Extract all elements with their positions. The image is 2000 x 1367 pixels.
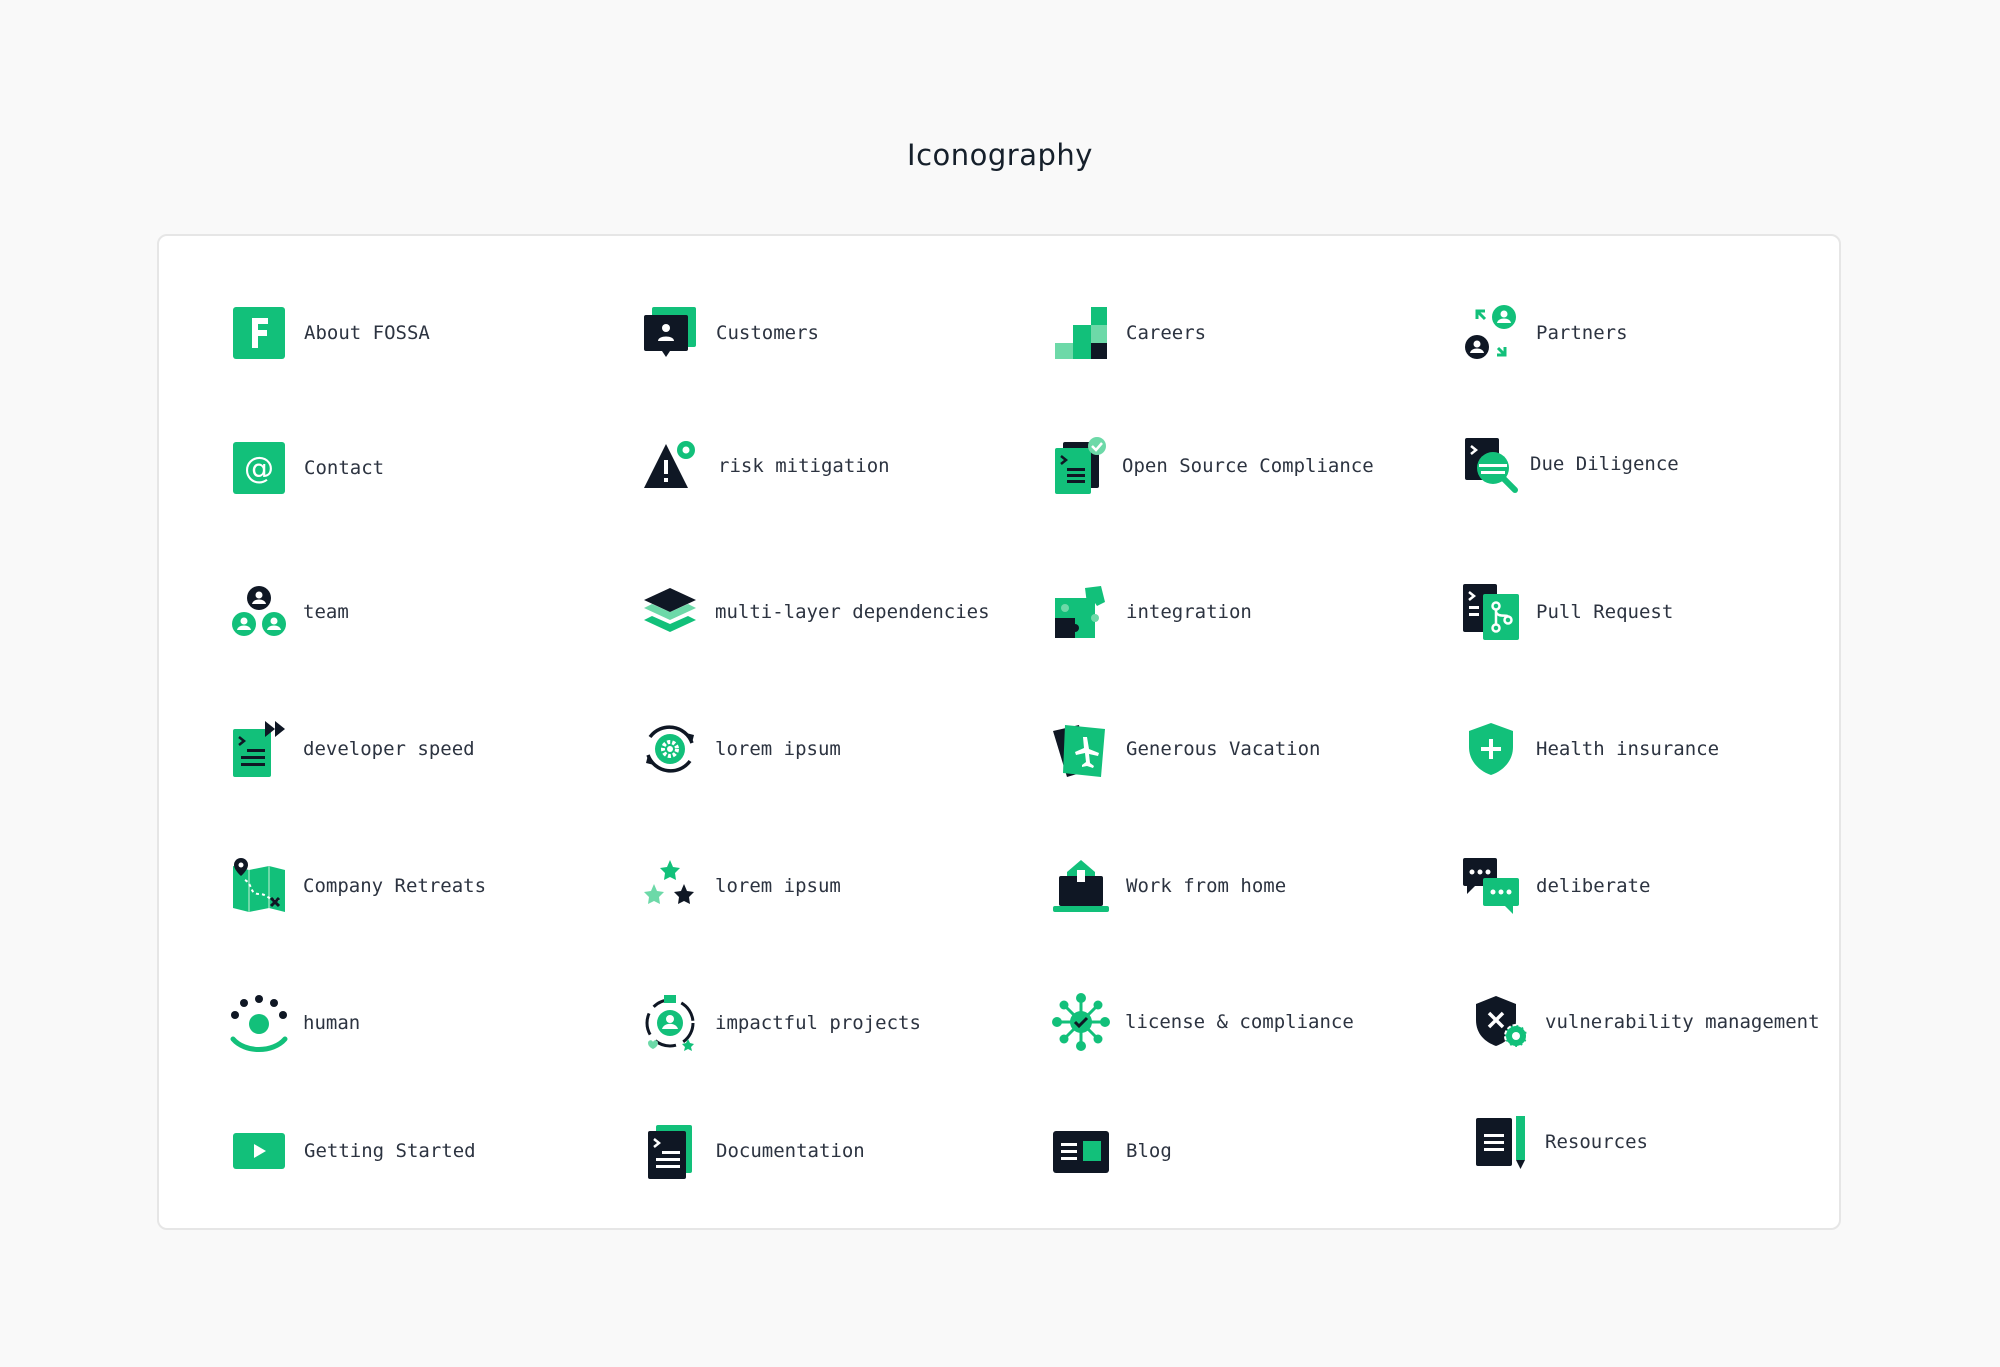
icon-label: lorem ipsum bbox=[715, 875, 841, 897]
icon-label: Due Diligence bbox=[1530, 453, 1679, 475]
layers-icon bbox=[640, 582, 700, 642]
icon-label: Contact bbox=[304, 457, 385, 479]
team-icon bbox=[229, 582, 289, 642]
stars-icon bbox=[640, 856, 700, 916]
icon-label: Careers bbox=[1126, 322, 1207, 344]
warning-gear-icon bbox=[640, 436, 700, 496]
puzzle-icon bbox=[1051, 582, 1111, 642]
partners-exchange-icon bbox=[1461, 303, 1521, 363]
icon-label: vulnerability management bbox=[1545, 1011, 1820, 1033]
map-pin-icon bbox=[229, 856, 289, 916]
health-shield-icon bbox=[1461, 719, 1521, 779]
icon-grid-card: About FOSSA Customers Careers Partners @… bbox=[157, 234, 1841, 1230]
svg-text:@: @ bbox=[244, 451, 274, 486]
icon-label: Health insurance bbox=[1536, 738, 1720, 760]
play-button-icon bbox=[229, 1121, 289, 1181]
plane-ticket-icon bbox=[1051, 719, 1111, 779]
resources-pencil-icon bbox=[1470, 1112, 1530, 1172]
at-sign-icon: @ bbox=[229, 438, 289, 498]
icon-label: developer speed bbox=[303, 738, 475, 760]
fast-forward-document-icon bbox=[229, 719, 289, 779]
icon-label: integration bbox=[1126, 601, 1252, 623]
icon-label: Blog bbox=[1126, 1140, 1172, 1162]
icon-label: team bbox=[303, 601, 349, 623]
pull-request-icon bbox=[1461, 582, 1521, 642]
fossa-logo-icon bbox=[229, 303, 289, 363]
icon-label: Company Retreats bbox=[303, 875, 487, 897]
icon-label: license & compliance bbox=[1125, 1011, 1354, 1033]
documentation-icon bbox=[640, 1121, 700, 1181]
icon-label: Open Source Compliance bbox=[1122, 455, 1374, 477]
careers-stairs-icon bbox=[1051, 303, 1111, 363]
due-diligence-search-icon bbox=[1461, 434, 1521, 494]
icon-label: impactful projects bbox=[715, 1012, 921, 1034]
icon-label: lorem ipsum bbox=[715, 738, 841, 760]
icon-label: multi-layer dependencies bbox=[715, 601, 990, 623]
icon-label: risk mitigation bbox=[718, 455, 890, 477]
icon-label: Pull Request bbox=[1536, 601, 1674, 623]
sync-gear-icon bbox=[640, 719, 700, 779]
icon-label: Customers bbox=[716, 322, 819, 344]
icon-label: deliberate bbox=[1536, 875, 1651, 897]
chat-bubbles-icon bbox=[1461, 856, 1521, 916]
impact-projects-icon bbox=[640, 993, 700, 1053]
icon-label: Resources bbox=[1545, 1131, 1648, 1153]
icon-label: About FOSSA bbox=[304, 322, 430, 344]
icon-label: Partners bbox=[1536, 322, 1628, 344]
icon-label: human bbox=[303, 1012, 361, 1034]
page-title: Iconography bbox=[907, 138, 1093, 172]
house-laptop-icon bbox=[1051, 856, 1111, 916]
blog-icon bbox=[1051, 1121, 1111, 1181]
icon-label: Getting Started bbox=[304, 1140, 476, 1162]
customers-icon bbox=[640, 303, 700, 363]
compliance-document-icon bbox=[1051, 436, 1111, 496]
human-icon bbox=[229, 993, 289, 1053]
icon-label: Work from home bbox=[1126, 875, 1287, 897]
network-check-icon bbox=[1051, 992, 1111, 1052]
shield-x-gear-icon bbox=[1470, 992, 1530, 1052]
icon-label: Generous Vacation bbox=[1126, 738, 1321, 760]
icon-label: Documentation bbox=[716, 1140, 865, 1162]
